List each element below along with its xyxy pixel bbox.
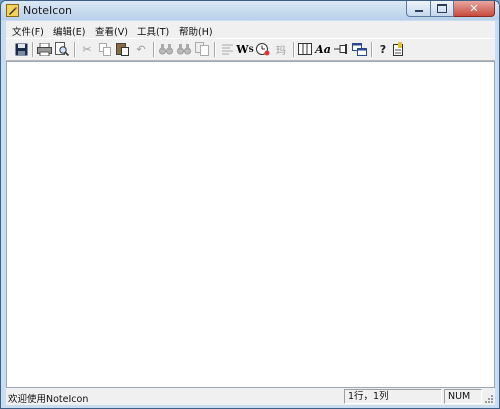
undo-icon[interactable]: ↶ [133,41,149,57]
maximize-button[interactable] [431,1,454,17]
cursor-position: 1行，1列 [344,389,442,404]
toolbar: ✂ ↶ WS 玛 Aa ? [6,38,495,61]
word-wrap-icon[interactable]: WS [236,41,253,57]
align-left-icon[interactable] [219,41,235,57]
close-icon: ✕ [469,2,479,15]
font-icon[interactable]: Aa [315,41,331,57]
close-button[interactable]: ✕ [454,1,495,17]
toolbar-separator [32,42,34,57]
encoding-icon[interactable]: 玛 [273,41,289,57]
toolbar-separator [293,42,295,57]
print-icon[interactable] [36,41,52,57]
menu-tools[interactable]: 工具(T) [137,24,169,38]
app-window: NoteIcon ✕ 文件(F) 编辑(E) 查看(V) 工具(T) 帮助(H)… [0,0,500,409]
toolbar-separator [74,42,76,57]
status-message: 欢迎使用NoteIcon [8,394,89,405]
toolbar-separator [153,42,155,57]
window-icon[interactable] [351,41,367,57]
menu-bar: 文件(F) 编辑(E) 查看(V) 工具(T) 帮助(H) [6,21,495,38]
print-preview-icon[interactable] [54,41,70,57]
num-lock-indicator: NUM [444,389,482,404]
status-bar: 欢迎使用NoteIcon 1行，1列 NUM [6,388,495,405]
copy-icon[interactable] [97,41,113,57]
title-bar[interactable]: NoteIcon ✕ [1,1,499,20]
about-icon[interactable] [391,41,407,57]
replace-icon[interactable] [194,41,210,57]
clock-icon[interactable] [255,41,271,57]
menu-view[interactable]: 查看(V) [95,24,128,38]
notepad-app-icon[interactable] [6,4,19,17]
menu-help[interactable]: 帮助(H) [179,24,213,38]
toolbar-separator [214,42,216,57]
resize-grip[interactable] [484,394,494,404]
maximize-icon [437,4,447,13]
find-icon[interactable] [158,41,174,57]
find-next-icon[interactable] [176,41,192,57]
toolbar-separator [371,42,373,57]
cut-icon[interactable]: ✂ [79,41,95,57]
window-title: NoteIcon [23,4,73,17]
menu-edit[interactable]: 编辑(E) [53,24,85,38]
help-icon[interactable]: ? [375,41,391,57]
minimize-icon [414,10,423,12]
column-icon[interactable] [297,41,313,57]
window-controls: ✕ [406,1,495,17]
menu-file[interactable]: 文件(F) [12,24,44,38]
save-icon[interactable] [13,41,29,57]
text-editor[interactable] [6,61,495,388]
minimize-button[interactable] [406,1,431,17]
paste-icon[interactable] [115,41,131,57]
pin-icon[interactable] [333,41,349,57]
